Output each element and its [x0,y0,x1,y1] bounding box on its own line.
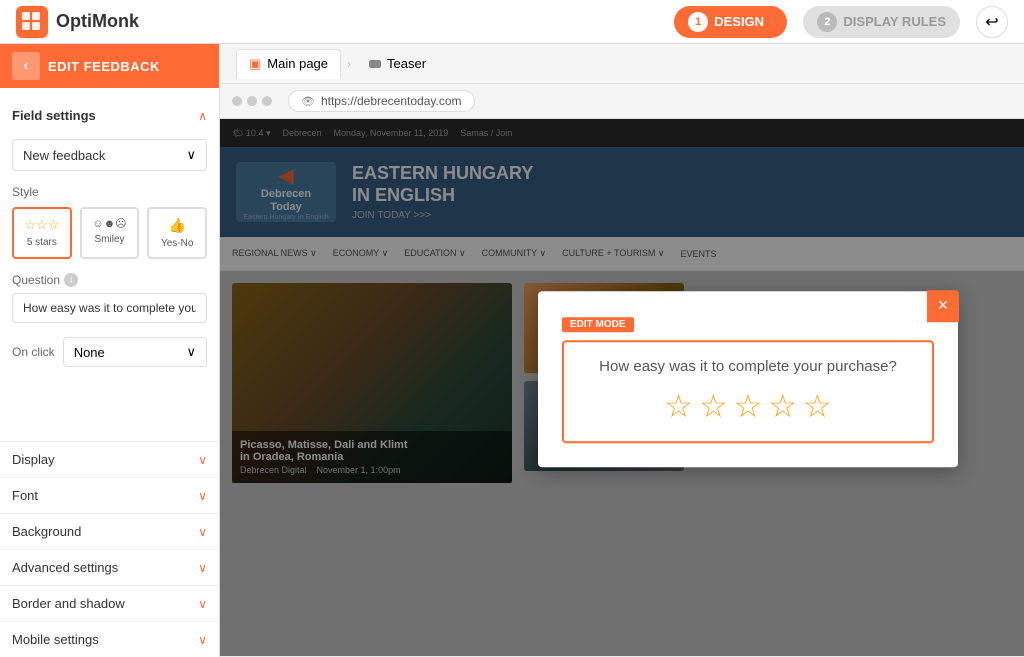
tab-separator-chevron: › [347,57,351,71]
background-section[interactable]: Background ∨ [0,513,219,549]
star-3[interactable]: ☆ [734,387,763,425]
border-shadow-label: Border and shadow [12,596,125,611]
right-area: ▣ Main page › Teaser 👁 https://debrec [220,44,1024,657]
browser-url-bar[interactable]: 👁 https://debrecentoday.com [288,90,475,112]
advanced-settings-label: Advanced settings [12,560,118,575]
popup-question-text: How easy was it to complete your purchas… [576,358,920,375]
star-4[interactable]: ☆ [768,387,797,425]
teaser-icon [369,60,381,68]
tab-main-page[interactable]: ▣ Main page [236,49,341,79]
step1-label: DESIGN [714,14,764,29]
panel-title: EDIT FEEDBACK [48,59,160,74]
tab-main-page-label: Main page [267,56,328,71]
on-click-row: On click None ∨ [12,337,207,367]
5stars-icon: ☆☆☆ [24,217,59,233]
popup-question-area: How easy was it to complete your purchas… [562,340,934,443]
mobile-settings-label: Mobile settings [12,632,99,647]
logo-area: OptiMonk [16,6,139,38]
browser-chrome: 👁 https://debrecentoday.com [220,84,1024,119]
panel-header: ‹ EDIT FEEDBACK [0,44,219,88]
5stars-label: 5 stars [27,237,57,248]
smiley-icon: ☺☻☹ [92,217,126,230]
feedback-popup: × EDIT MODE How easy was it to complete … [538,291,958,467]
dropdown-value: New feedback [23,148,105,163]
top-bar-actions: 1 DESIGN › 2 DISPLAY RULES ↩ [674,6,1008,38]
background-chevron: ∨ [198,525,207,539]
question-input[interactable] [12,293,207,323]
background-label: Background [12,524,81,539]
popup-close-button[interactable]: × [927,290,959,322]
yesno-icon: 👍 [168,217,185,234]
font-label: Font [12,488,38,503]
display-section[interactable]: Display ∨ [0,441,219,477]
edit-mode-badge: EDIT MODE [562,317,634,332]
border-shadow-section[interactable]: Border and shadow ∨ [0,585,219,621]
style-option-5stars[interactable]: ☆☆☆ 5 stars [12,207,72,259]
tab-teaser-label: Teaser [387,56,426,71]
dropdown-chevron: ∨ [186,147,196,163]
style-option-smiley[interactable]: ☺☻☹ Smiley [80,207,140,259]
app-logo-icon [16,6,48,38]
star-5[interactable]: ☆ [803,387,832,425]
yesno-label: Yes-No [161,238,193,249]
mobile-settings-section[interactable]: Mobile settings ∨ [0,621,219,657]
preview-area: 👁 https://debrecentoday.com 🌤 10.4 ▾ Deb… [220,84,1024,657]
question-row: Question i [12,273,207,287]
panel-content: Field settings ∧ New feedback ∨ Style ☆☆… [0,88,219,441]
browser-dots [232,96,272,106]
star-2[interactable]: ☆ [699,387,728,425]
border-shadow-chevron: ∨ [198,597,207,611]
browser-dot-3 [262,96,272,106]
step1-chevron: › [770,16,773,27]
step2-label: DISPLAY RULES [843,14,946,29]
font-chevron: ∨ [198,489,207,503]
mobile-settings-chevron: ∨ [198,633,207,647]
browser-dot-2 [247,96,257,106]
field-settings-chevron: ∧ [198,109,207,123]
on-click-value: None [74,345,105,360]
question-label: Question [12,273,60,287]
left-panel: ‹ EDIT FEEDBACK Field settings ∧ New fee… [0,44,220,657]
tab-teaser[interactable]: Teaser [357,50,438,77]
style-options-group: ☆☆☆ 5 stars ☺☻☹ Smiley 👍 Yes-No [12,207,207,259]
step2-number: 2 [817,12,837,32]
field-settings-label: Field settings [12,108,96,123]
tab-bar: ▣ Main page › Teaser [220,44,1024,84]
top-bar: OptiMonk 1 DESIGN › 2 DISPLAY RULES ↩ [0,0,1024,44]
panel-back-button[interactable]: ‹ [12,52,40,80]
feedback-type-dropdown[interactable]: New feedback ∨ [12,139,207,171]
advanced-settings-chevron: ∨ [198,561,207,575]
style-label: Style [12,185,207,199]
step1-button[interactable]: 1 DESIGN › [674,6,787,38]
on-click-chevron: ∨ [186,344,196,360]
website-preview: 🌤 10.4 ▾ Debrecen Monday, November 11, 2… [220,119,1024,656]
smiley-label: Smiley [95,234,125,245]
on-click-dropdown[interactable]: None ∨ [63,337,207,367]
url-text: https://debrecentoday.com [321,94,462,108]
question-info-icon[interactable]: i [64,273,78,287]
field-settings-header[interactable]: Field settings ∧ [12,100,207,131]
step1-number: 1 [688,12,708,32]
font-section[interactable]: Font ∨ [0,477,219,513]
star-rating: ☆ ☆ ☆ ☆ ☆ [576,387,920,425]
star-1[interactable]: ☆ [664,387,693,425]
app-logo-text: OptiMonk [56,11,139,32]
browser-dot-1 [232,96,242,106]
on-click-label: On click [12,345,55,359]
main-layout: ‹ EDIT FEEDBACK Field settings ∧ New fee… [0,44,1024,657]
step2-button[interactable]: 2 DISPLAY RULES [803,6,960,38]
display-label: Display [12,452,55,467]
style-option-yesno[interactable]: 👍 Yes-No [147,207,207,259]
back-button[interactable]: ↩ [976,6,1008,38]
eye-icon: 👁 [301,95,315,108]
main-page-icon: ▣ [249,56,261,72]
advanced-settings-section[interactable]: Advanced settings ∨ [0,549,219,585]
display-chevron: ∨ [198,453,207,467]
